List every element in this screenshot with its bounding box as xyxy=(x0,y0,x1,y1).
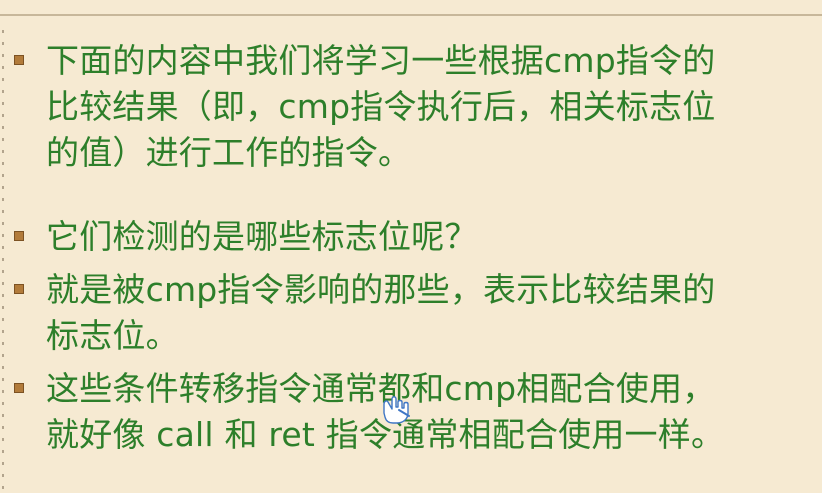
square-bullet-icon xyxy=(14,231,24,241)
square-bullet-icon xyxy=(14,55,24,65)
square-bullet-icon xyxy=(14,383,24,393)
square-bullet-icon xyxy=(14,284,24,294)
bullet-text-3: 就是被cmp指令影响的那些，表示比较结果的 标志位。 xyxy=(46,270,716,355)
bullet-text-1: 下面的内容中我们将学习一些根据cmp指令的 比较结果（即，cmp指令执行后，相关… xyxy=(46,41,716,172)
bullet-item-1: 下面的内容中我们将学习一些根据cmp指令的 比较结果（即，cmp指令执行后，相关… xyxy=(14,38,804,176)
bullet-item-2: 它们检测的是哪些标志位呢？ xyxy=(14,214,804,260)
bullet-item-3: 就是被cmp指令影响的那些，表示比较结果的 标志位。 xyxy=(14,267,804,359)
bullet-text-2: 它们检测的是哪些标志位呢？ xyxy=(46,217,478,256)
hand-cursor-icon xyxy=(383,396,410,424)
